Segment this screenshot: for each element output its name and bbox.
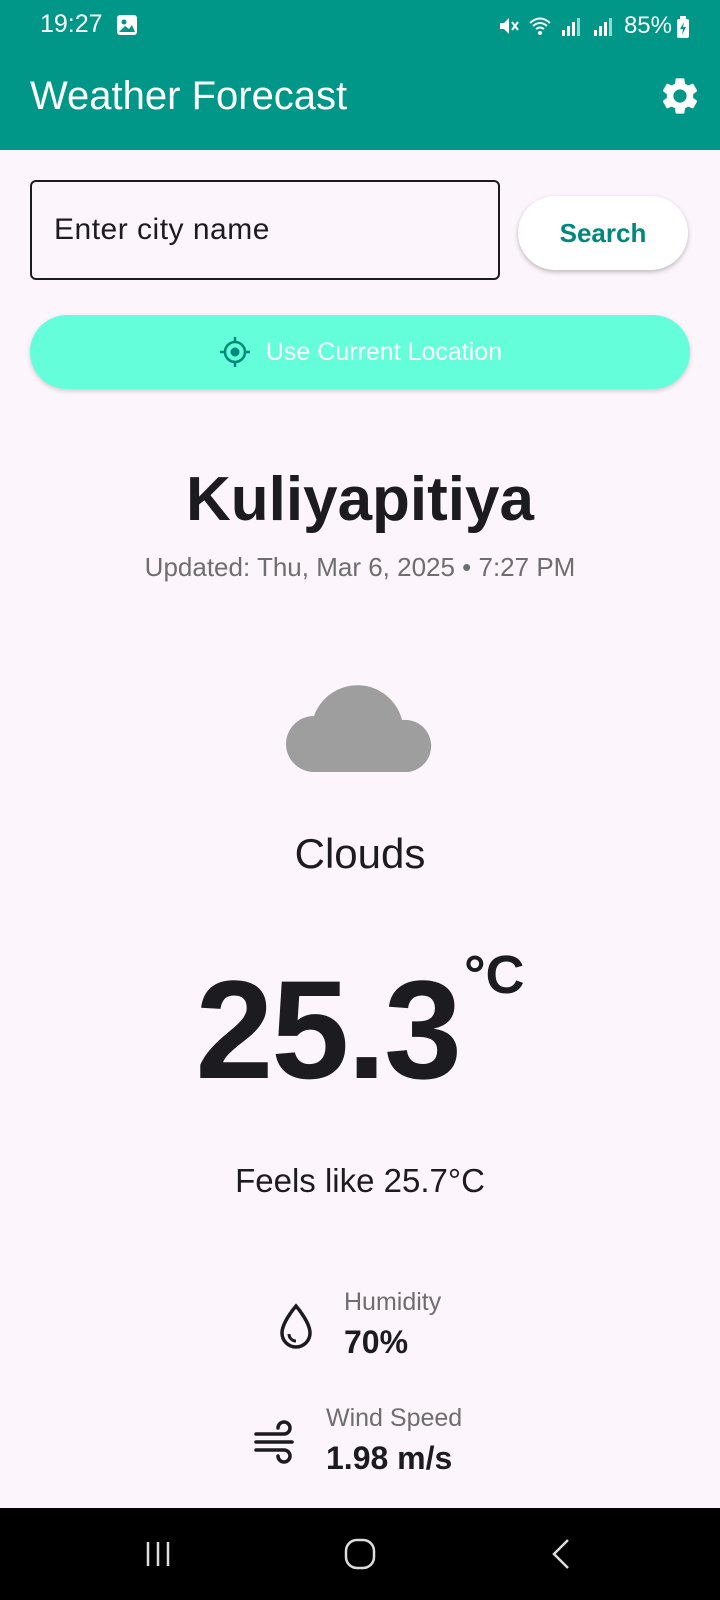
gps-icon <box>219 337 250 367</box>
wind-speed-value: 1.98 m/s <box>326 1440 453 1476</box>
weather-condition: Clouds <box>294 830 426 877</box>
back-icon[interactable] <box>540 1532 584 1576</box>
wifi-icon <box>529 17 551 35</box>
wind-speed-label: Wind Speed <box>326 1404 463 1432</box>
last-updated: Updated: Thu, Mar 6, 2025 • 7:27 PM <box>144 552 576 582</box>
cloud-icon <box>286 685 432 772</box>
app-title: Weather Forecast <box>30 74 348 118</box>
gallery-icon <box>117 15 137 35</box>
use-current-location-label: Use Current Location <box>265 337 503 366</box>
status-icons: 85% <box>496 8 672 44</box>
temperature: 25.3°C <box>0 945 720 1100</box>
status-time: 19:27 <box>40 10 103 38</box>
lte2-signal-icon <box>593 18 612 36</box>
gear-icon[interactable] <box>658 74 702 118</box>
search-button[interactable]: Search <box>518 196 688 270</box>
humidity-value: 70% <box>344 1324 409 1360</box>
mute-icon <box>499 18 519 34</box>
humidity-label: Humidity <box>344 1288 442 1316</box>
city-search-input[interactable] <box>30 180 500 280</box>
humidity-detail: Humidity 70% <box>274 1288 474 1368</box>
battery-percent: 85% <box>623 12 672 39</box>
wind-detail: Wind Speed 1.98 m/s <box>254 1404 514 1484</box>
battery-charging-icon <box>677 16 689 38</box>
wind-icon <box>254 1420 294 1464</box>
water-drop-icon <box>280 1303 312 1349</box>
system-nav-bar <box>0 1508 720 1600</box>
home-icon[interactable] <box>338 1532 382 1576</box>
temperature-unit: °C <box>463 945 525 1005</box>
use-current-location-button[interactable]: Use Current Location <box>30 315 690 389</box>
feels-like: Feels like 25.7°C <box>235 1162 485 1199</box>
lte1-signal-icon <box>561 18 580 36</box>
app-header: 19:27 85% Weather Forecast <box>0 0 720 150</box>
temperature-value: 25.3 <box>195 951 461 1108</box>
city-name: Kuliyapitiya <box>186 465 534 534</box>
recent-apps-icon[interactable] <box>136 1532 180 1576</box>
search-row: Search <box>30 180 690 284</box>
